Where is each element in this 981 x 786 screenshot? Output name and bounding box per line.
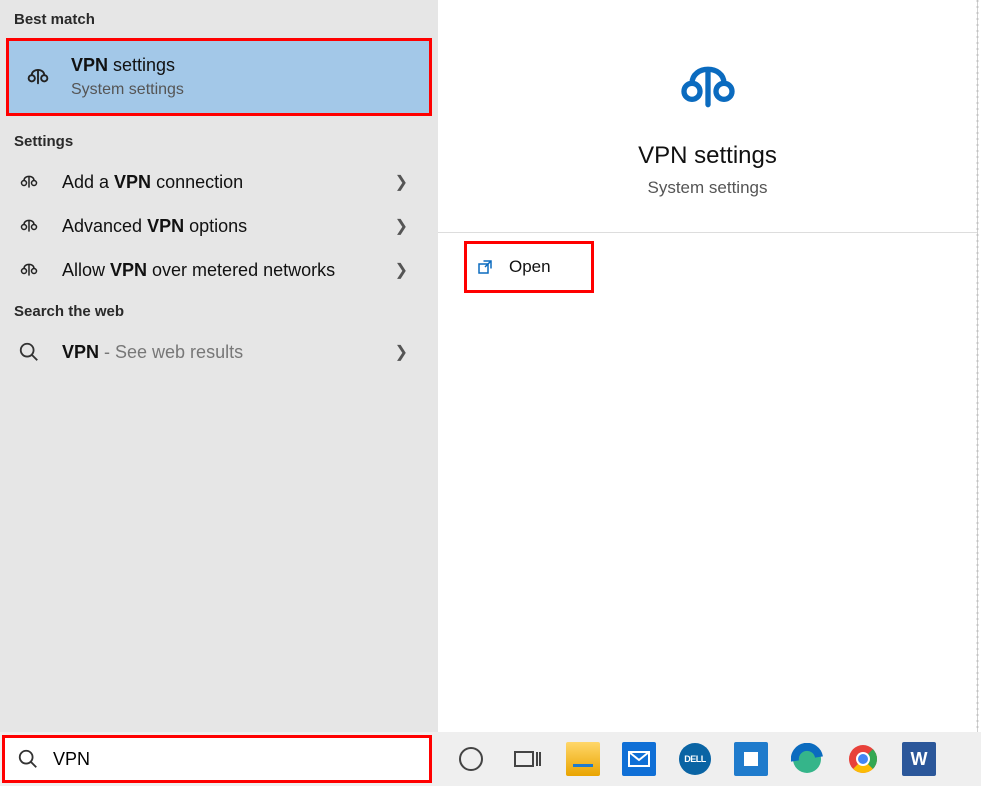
edge-icon[interactable]	[788, 740, 826, 778]
settings-row-allow-metered[interactable]: Allow VPN over metered networks ❯	[0, 248, 438, 292]
dell-icon[interactable]: DELL	[676, 740, 714, 778]
search-icon	[14, 337, 44, 367]
section-settings: Settings	[0, 122, 438, 160]
chevron-right-icon: ❯	[395, 342, 408, 362]
preview-title: VPN settings	[438, 142, 977, 170]
section-best-match: Best match	[0, 0, 438, 38]
vpn-icon	[14, 211, 44, 241]
section-search-web: Search the web	[0, 292, 438, 330]
open-external-icon	[475, 257, 495, 277]
taskbar: DELL W	[0, 732, 981, 786]
search-icon	[17, 748, 39, 770]
taskbar-icons: DELL W	[452, 740, 938, 778]
settings-row-advanced-vpn[interactable]: Advanced VPN options ❯	[0, 204, 438, 248]
vpn-hero-icon	[672, 50, 744, 122]
taskbar-search[interactable]	[2, 735, 432, 783]
best-match-text: VPN settings System settings	[71, 55, 184, 99]
web-result-vpn[interactable]: VPN - See web results ❯	[0, 330, 438, 374]
preview-subtitle: System settings	[438, 178, 977, 198]
vpn-icon	[14, 167, 44, 197]
search-results-panel: Best match VPN settings System settings …	[0, 0, 438, 732]
open-button[interactable]: Open	[464, 241, 594, 293]
open-label: Open	[509, 257, 551, 277]
best-match-vpn-settings[interactable]: VPN settings System settings	[6, 38, 432, 116]
microsoft-tile-icon[interactable]	[732, 740, 770, 778]
file-explorer-icon[interactable]	[564, 740, 602, 778]
cortana-icon[interactable]	[452, 740, 490, 778]
preview-panel: VPN settings System settings Open	[438, 0, 978, 732]
chevron-right-icon: ❯	[395, 216, 408, 236]
search-input[interactable]	[53, 749, 393, 770]
chrome-icon[interactable]	[844, 740, 882, 778]
vpn-icon	[14, 255, 44, 285]
chevron-right-icon: ❯	[395, 260, 408, 280]
vpn-icon	[23, 62, 53, 92]
settings-row-add-vpn[interactable]: Add a VPN connection ❯	[0, 160, 438, 204]
divider	[438, 232, 977, 233]
word-icon[interactable]: W	[900, 740, 938, 778]
scrollbar-hint	[976, 0, 979, 732]
task-view-icon[interactable]	[508, 740, 546, 778]
chevron-right-icon: ❯	[395, 172, 408, 192]
mail-icon[interactable]	[620, 740, 658, 778]
